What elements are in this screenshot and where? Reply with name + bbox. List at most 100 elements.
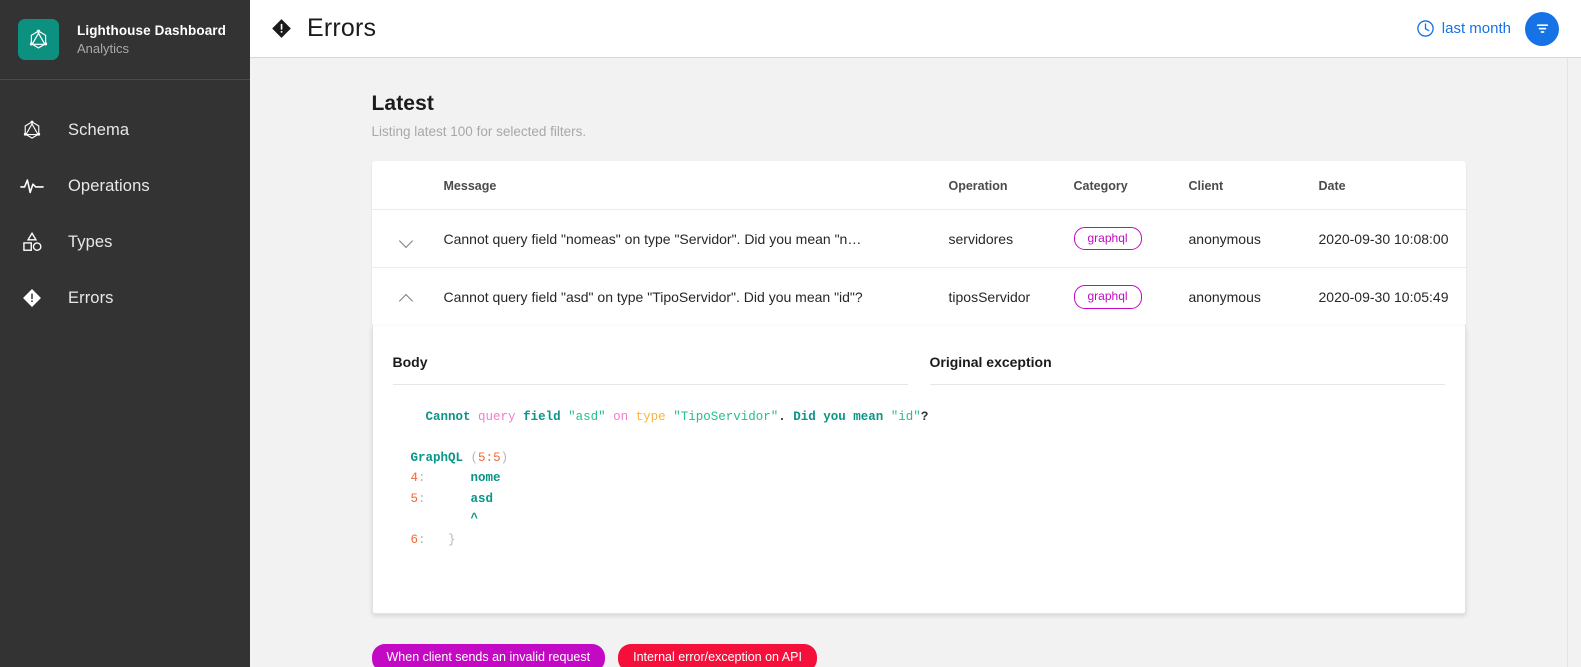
category-chip: graphql — [1073, 227, 1142, 251]
date-range-button[interactable]: last month — [1416, 19, 1511, 38]
code-token: 5 — [493, 450, 501, 465]
detail-body-heading: Body — [392, 354, 908, 385]
table-header-row: Message Operation Category Client Date — [371, 161, 1466, 210]
code-token: type — [635, 409, 666, 424]
table-row[interactable]: Cannot query field "asd" on type "TipoSe… — [372, 268, 1466, 326]
code-token: ^ — [470, 512, 479, 527]
cell-category: graphql — [1073, 209, 1189, 269]
cell-operation: servidores — [948, 209, 1074, 269]
graphql-hexagon-icon — [10, 119, 54, 141]
main-area: Errors last month Latest Listing latest … — [250, 0, 1581, 667]
sidebar-item-label: Operations — [68, 176, 150, 195]
section-subtitle: Listing latest 100 for selected filters. — [371, 124, 587, 139]
sidebar-item-label: Types — [68, 232, 113, 251]
cell-client: anonymous — [1188, 289, 1261, 306]
clock-icon — [1416, 19, 1435, 38]
code-token: : — [418, 532, 426, 547]
code-token: 4 — [410, 471, 419, 486]
date-range-label: last month — [1441, 20, 1511, 37]
code-token: query — [478, 409, 516, 424]
cell-message: Cannot query field "asd" on type "TipoSe… — [443, 289, 863, 306]
chevron-up-icon — [400, 293, 415, 302]
cell-date: 2020-09-30 10:05:49 — [1318, 289, 1449, 306]
tag-list: When client sends an invalid request Int… — [371, 643, 1466, 667]
brand-subtitle: Analytics — [77, 40, 130, 56]
filter-icon — [1534, 20, 1551, 37]
code-token: nome — [470, 471, 501, 486]
cell-category: graphql — [1073, 268, 1189, 326]
vertical-scrollbar[interactable] — [1567, 58, 1581, 667]
code-token: asd — [470, 491, 494, 506]
topbar: Errors last month — [250, 0, 1581, 58]
code-token: ? — [920, 409, 929, 424]
tag-invalid-request[interactable]: When client sends an invalid request — [371, 643, 606, 667]
detail-exception-heading: Original exception — [929, 354, 1445, 385]
code-token: "id" — [890, 409, 921, 424]
code-token: "TipoServidor" — [673, 409, 779, 424]
detail-exception-column: Original exception — [929, 354, 1445, 551]
table-head: Message Operation Category Client Date — [371, 161, 1466, 210]
sidebar-item-types[interactable]: Types — [0, 214, 250, 270]
sidebar-nav: Schema Operations Types Errors — [0, 80, 250, 326]
column-header-operation: Operation — [948, 161, 1074, 210]
topbar-right: last month — [1416, 11, 1559, 46]
code-token: on — [613, 409, 629, 424]
column-header-message: Message — [443, 161, 949, 210]
code-token: 6 — [410, 532, 419, 547]
code-token: Cannot — [425, 409, 471, 424]
sidebar: Lighthouse Dashboard Analytics Schema Op… — [0, 0, 250, 667]
brand-header[interactable]: Lighthouse Dashboard Analytics — [0, 0, 250, 80]
section-title: Latest — [371, 92, 434, 115]
code-token: : — [418, 471, 426, 486]
error-diamond-icon — [270, 17, 293, 40]
code-token: } — [448, 532, 456, 547]
tag-internal-error[interactable]: Internal error/exception on API — [618, 643, 817, 667]
sidebar-item-operations[interactable]: Operations — [0, 158, 250, 214]
content-scroll-area: Latest Listing latest 100 for selected f… — [250, 58, 1581, 667]
code-token: ) — [500, 450, 509, 465]
cell-date: 2020-09-30 10:08:00 — [1318, 209, 1466, 269]
filter-button[interactable] — [1525, 11, 1559, 46]
error-diamond-icon — [10, 287, 54, 309]
topbar-left: Errors — [270, 14, 376, 43]
code-token: Did you mean — [793, 409, 884, 424]
graphql-hexagon-icon — [18, 19, 59, 60]
cell-message: Cannot query field "nomeas" on type "Ser… — [443, 209, 949, 269]
pulse-activity-icon — [10, 176, 54, 196]
detail-body-column: Body Cannot query field "asd" on type "T… — [392, 354, 929, 551]
sidebar-item-errors[interactable]: Errors — [0, 270, 250, 326]
column-header-date: Date — [1318, 161, 1466, 210]
errors-table-card: Message Operation Category Client Date C… — [371, 161, 1466, 326]
code-token: 5 — [410, 491, 419, 506]
errors-table: Message Operation Category Client Date C… — [371, 161, 1466, 326]
column-header-category: Category — [1073, 161, 1189, 210]
code-token: 5 — [478, 450, 486, 465]
sidebar-item-schema[interactable]: Schema — [0, 102, 250, 158]
code-token: ( — [470, 450, 479, 465]
row-expand-toggle[interactable] — [371, 209, 444, 269]
code-token: : — [418, 491, 426, 506]
code-token: . — [778, 409, 786, 424]
cell-client: anonymous — [1188, 209, 1319, 269]
code-token: "asd" — [568, 409, 606, 424]
error-detail-panel: Body Cannot query field "asd" on type "T… — [371, 325, 1466, 614]
row-collapse-toggle[interactable] — [372, 268, 444, 326]
table-body: Cannot query field "nomeas" on type "Ser… — [371, 209, 1466, 326]
code-token: field — [523, 409, 561, 424]
table-row[interactable]: Cannot query field "nomeas" on type "Ser… — [371, 209, 1466, 269]
error-body-code: Cannot query field "asd" on type "TipoSe… — [393, 385, 929, 551]
shapes-icon — [10, 231, 54, 253]
app-root: Lighthouse Dashboard Analytics Schema Op… — [0, 0, 1581, 667]
brand-title: Lighthouse Dashboard — [77, 22, 227, 38]
